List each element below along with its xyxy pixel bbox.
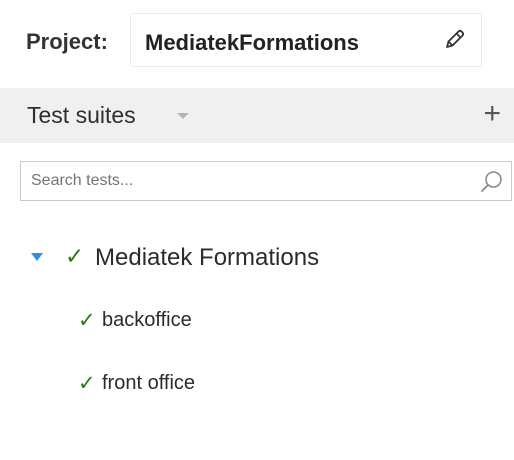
expand-caret-icon[interactable] xyxy=(31,253,43,261)
search-input[interactable] xyxy=(21,162,461,200)
test-suites-dropdown[interactable]: Test suites xyxy=(27,102,136,129)
project-name: MediatekFormations xyxy=(145,30,359,55)
tree-item-label: backoffice xyxy=(102,309,192,331)
project-name-box[interactable]: MediatekFormations xyxy=(130,13,482,67)
search-icon[interactable] xyxy=(479,169,505,195)
tree-item-label: Mediatek Formations xyxy=(95,244,320,271)
check-icon: ✓ xyxy=(78,372,96,395)
tree-item-label: front office xyxy=(102,372,196,394)
plus-icon[interactable]: + xyxy=(483,99,501,129)
check-icon: ✓ xyxy=(78,309,96,332)
search-box xyxy=(20,161,512,201)
project-label: Project: xyxy=(26,29,108,54)
project-header: Project: MediatekFormations xyxy=(0,12,514,70)
caret-down-icon[interactable] xyxy=(177,113,189,119)
check-icon: ✓ xyxy=(65,243,85,269)
test-panel: Project: MediatekFormations Test suites … xyxy=(0,0,514,460)
pencil-icon[interactable] xyxy=(441,27,467,53)
test-suites-bar: Test suites + xyxy=(0,88,514,143)
